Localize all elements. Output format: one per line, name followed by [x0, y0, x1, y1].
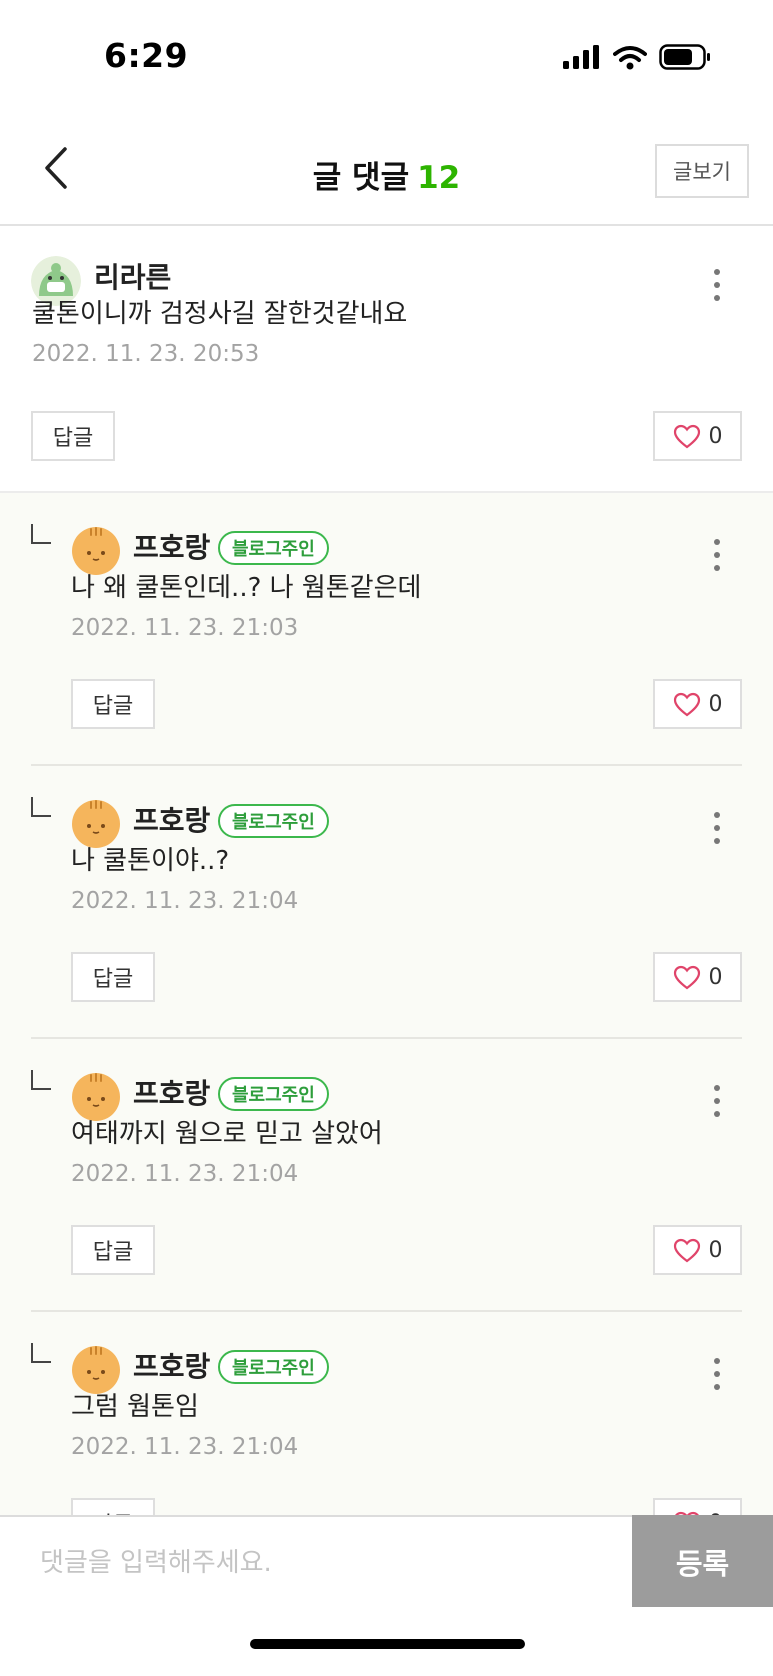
blog-owner-badge: 블로그주인 [218, 1077, 329, 1111]
like-count: 0 [708, 691, 723, 717]
heart-icon [673, 1238, 700, 1262]
more-vertical-icon [714, 269, 720, 275]
like-count: 0 [708, 964, 723, 990]
more-options-button[interactable] [702, 1079, 732, 1123]
reply-date: 2022. 11. 23. 21:04 [71, 888, 299, 914]
reply-text: 여태까지 웜으로 믿고 살았어 [71, 1119, 383, 1149]
more-vertical-icon [714, 812, 720, 818]
like-count: 0 [708, 1237, 723, 1263]
blog-owner-badge: 블로그주인 [218, 531, 329, 565]
reply-date: 2022. 11. 23. 21:03 [71, 615, 299, 641]
status-time: 6:29 [104, 36, 189, 75]
comment-date: 2022. 11. 23. 20:53 [32, 341, 260, 367]
reply-date: 2022. 11. 23. 21:04 [71, 1434, 299, 1460]
comment-input-bar: 등록 [0, 1515, 773, 1609]
reply-indicator-icon [31, 1343, 51, 1363]
view-post-button[interactable]: 글보기 [655, 144, 749, 198]
heart-icon [673, 424, 700, 448]
reply-item: 프호랑 블로그주인 나 쿨톤이야..? 2022. 11. 23. 21:04 … [0, 766, 773, 1039]
reply-text: 나 쿨톤이야..? [71, 846, 230, 876]
reply-button[interactable]: 답글 [31, 411, 115, 461]
wifi-icon [613, 45, 647, 69]
reply-item: 프호랑 블로그주인 나 왜 쿨톤인데..? 나 웜톤같은데 2022. 11. … [0, 493, 773, 766]
comment-text: 쿨톤이니까 검정사길 잘한것같내요 [32, 299, 408, 329]
reply-indicator-icon [31, 1070, 51, 1090]
submit-button[interactable]: 등록 [632, 1515, 773, 1609]
like-button[interactable]: 0 [653, 679, 742, 729]
header: 글 댓글 12 글보기 [0, 110, 773, 226]
reply-button[interactable]: 답글 [71, 1498, 155, 1515]
reply-author[interactable]: 프호랑 [133, 526, 210, 566]
home-indicator[interactable] [250, 1639, 525, 1649]
heart-icon [673, 692, 700, 716]
reply-button[interactable]: 답글 [71, 952, 155, 1002]
reply-author[interactable]: 프호랑 [133, 799, 210, 839]
reply-author[interactable]: 프호랑 [133, 1072, 210, 1112]
reply-text: 나 왜 쿨톤인데..? 나 웜톤같은데 [71, 573, 422, 603]
signal-icon [563, 45, 599, 69]
blog-owner-badge: 블로그주인 [218, 804, 329, 838]
more-options-button[interactable] [702, 533, 732, 577]
more-vertical-icon [714, 539, 720, 545]
reply-button[interactable]: 답글 [71, 679, 155, 729]
status-bar: 6:29 [0, 0, 773, 110]
like-count: 0 [708, 423, 723, 449]
comment-input[interactable] [40, 1543, 600, 1583]
more-vertical-icon [714, 1085, 720, 1091]
more-options-button[interactable] [702, 1352, 732, 1396]
battery-icon [659, 44, 710, 70]
reply-button[interactable]: 답글 [71, 1225, 155, 1275]
reply-list: 프호랑 블로그주인 나 왜 쿨톤인데..? 나 웜톤같은데 2022. 11. … [0, 493, 773, 1515]
reply-item: 프호랑 블로그주인 그럼 웜톤임 2022. 11. 23. 21:04 답글 … [0, 1312, 773, 1515]
reply-date: 2022. 11. 23. 21:04 [71, 1161, 299, 1187]
reply-author[interactable]: 프호랑 [133, 1345, 210, 1385]
page-title-text: 글 댓글 [312, 160, 410, 196]
comment-count: 12 [417, 160, 461, 196]
reply-text: 그럼 웜톤임 [71, 1392, 199, 1422]
home-indicator-area [0, 1607, 773, 1676]
comment-author[interactable]: 리라른 [94, 256, 171, 296]
like-button[interactable]: 0 [653, 952, 742, 1002]
heart-icon [673, 965, 700, 989]
reply-indicator-icon [31, 797, 51, 817]
more-options-button[interactable] [702, 263, 732, 307]
more-options-button[interactable] [702, 806, 732, 850]
like-button[interactable]: 0 [653, 1498, 742, 1515]
like-button[interactable]: 0 [653, 411, 742, 461]
blog-owner-badge: 블로그주인 [218, 1350, 329, 1384]
comment-item: 리라른 쿨톤이니까 검정사길 잘한것같내요 2022. 11. 23. 20:5… [0, 227, 773, 493]
more-vertical-icon [714, 1358, 720, 1364]
reply-item: 프호랑 블로그주인 여태까지 웜으로 믿고 살았어 2022. 11. 23. … [0, 1039, 773, 1312]
like-button[interactable]: 0 [653, 1225, 742, 1275]
reply-indicator-icon [31, 524, 51, 544]
status-icons [563, 40, 711, 74]
comment-list[interactable]: 리라른 쿨톤이니까 검정사길 잘한것같내요 2022. 11. 23. 20:5… [0, 227, 773, 1515]
